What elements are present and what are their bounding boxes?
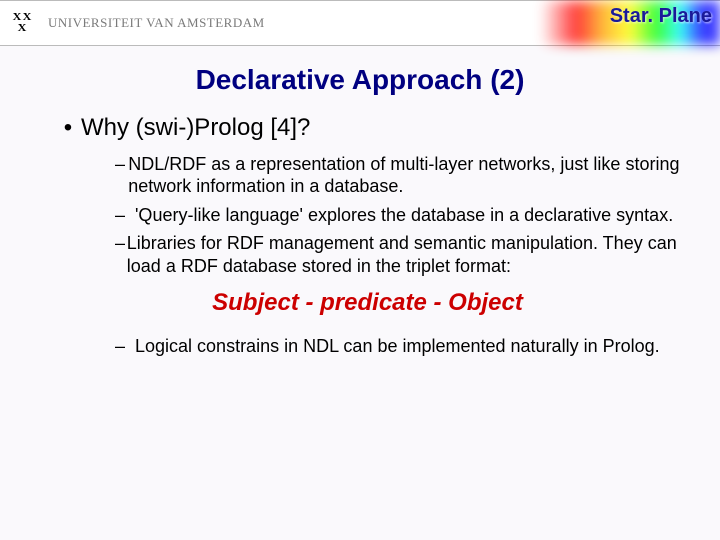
sub-bullet-text: 'Query-like language' explores the datab…: [135, 204, 673, 227]
bullet-dot-icon: •: [55, 114, 81, 143]
bullet-dash-icon: –: [115, 232, 127, 255]
bullet-dash-icon: –: [115, 204, 135, 227]
bullet-level2: – Logical constrains in NDL can be imple…: [115, 335, 680, 358]
university-name: UNIVERSITEIT VAN AMSTERDAM: [48, 15, 265, 31]
sub-bullet-text: Libraries for RDF management and semanti…: [127, 232, 680, 277]
bullet-level1: • Why (swi-)Prolog [4]?: [55, 114, 680, 143]
sub-bullet-text: Logical constrains in NDL can be impleme…: [135, 335, 660, 358]
bullet-dash-icon: –: [115, 153, 128, 176]
bullet-level2: – 'Query-like language' explores the dat…: [115, 204, 680, 227]
triplet-format: Subject - predicate - Object: [55, 289, 680, 317]
bullet-level2: – NDL/RDF as a representation of multi-l…: [115, 153, 680, 198]
uva-crest-icon: XX X: [2, 3, 42, 43]
bullet-dash-icon: –: [115, 335, 135, 358]
brand-label: Star. Plane: [610, 5, 712, 28]
bullet-level2: – Libraries for RDF management and seman…: [115, 232, 680, 277]
slide-content: • Why (swi-)Prolog [4]? – NDL/RDF as a r…: [55, 114, 680, 358]
bullet-text: Why (swi-)Prolog [4]?: [81, 114, 310, 142]
header-bar: XX X UNIVERSITEIT VAN AMSTERDAM Star. Pl…: [0, 0, 720, 46]
sub-bullet-text: NDL/RDF as a representation of multi-lay…: [128, 153, 680, 198]
slide-title: Declarative Approach (2): [0, 64, 720, 96]
